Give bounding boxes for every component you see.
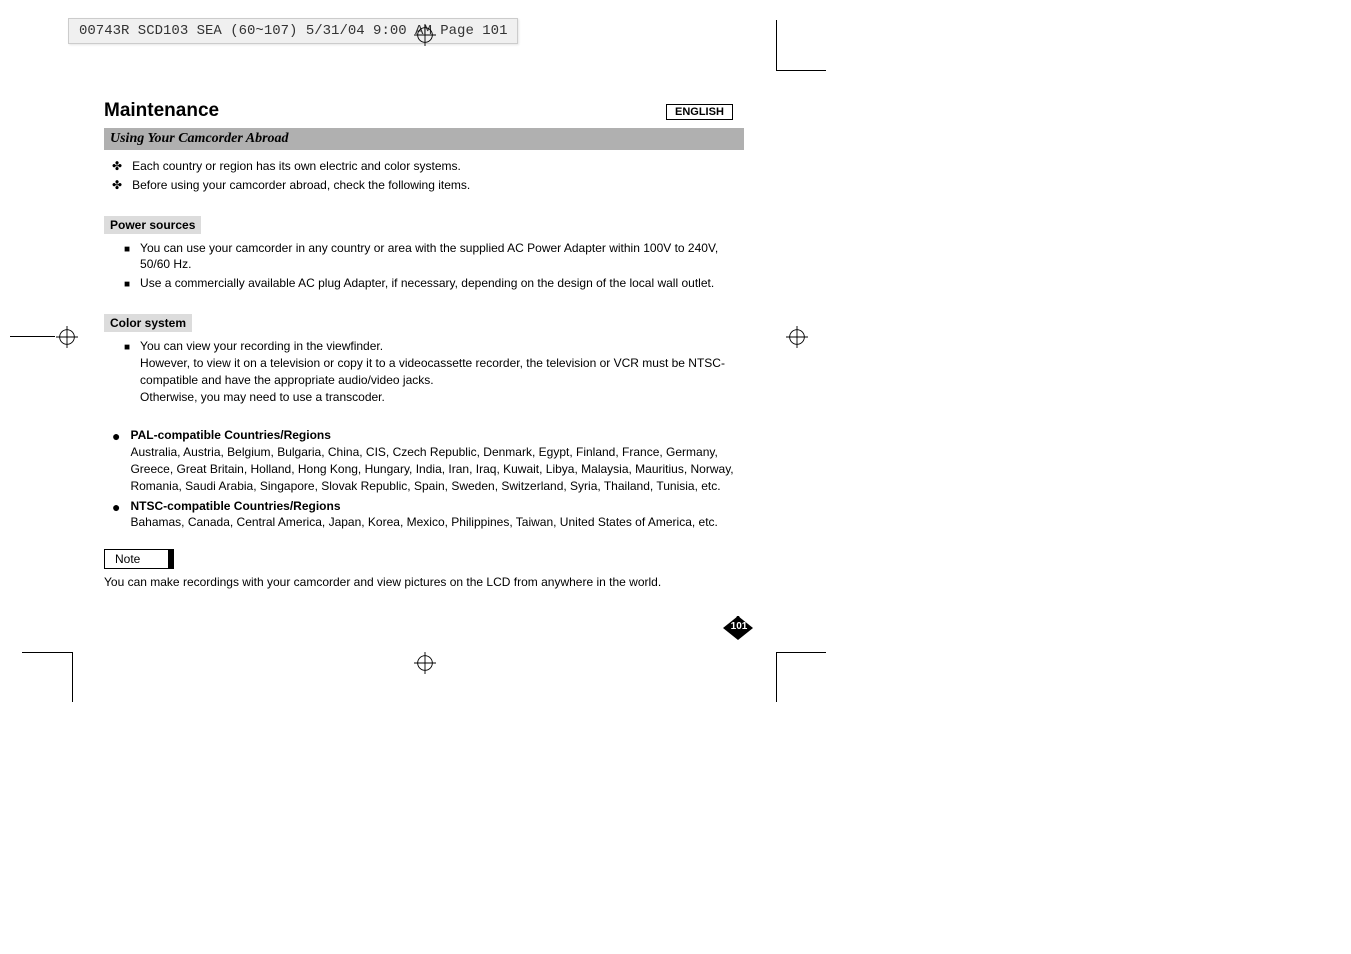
list-item: ✤ Before using your camcorder abroad, ch… <box>112 177 744 194</box>
list-item: ■ Use a commercially available AC plug A… <box>124 275 744 292</box>
bullet-icon: ✤ <box>112 158 122 175</box>
list-item: ● PAL-compatible Countries/Regions Austr… <box>112 427 744 494</box>
intro-list: ✤ Each country or region has its own ele… <box>104 158 744 194</box>
list-item: ✤ Each country or region has its own ele… <box>112 158 744 175</box>
crop-mark <box>776 20 777 70</box>
region-title: NTSC-compatible Countries/Regions <box>130 498 744 515</box>
registration-mark-icon <box>414 652 436 674</box>
registration-mark-icon <box>786 326 808 348</box>
list-item: ● NTSC-compatible Countries/Regions Baha… <box>112 498 744 532</box>
regions-list: ● PAL-compatible Countries/Regions Austr… <box>104 427 744 531</box>
print-slug: 00743R SCD103 SEA (60~107) 5/31/04 9:00 … <box>68 18 518 44</box>
note-label: Note <box>104 549 174 569</box>
crop-mark <box>22 652 72 653</box>
registration-mark-icon <box>56 326 78 348</box>
list-item: ■ You can view your recording in the vie… <box>124 338 744 405</box>
note-text: You can make recordings with your camcor… <box>104 575 744 589</box>
list-item-text: Each country or region has its own elect… <box>132 158 461 175</box>
dot-icon: ● <box>112 500 120 532</box>
crop-mark <box>72 652 73 702</box>
square-icon: ■ <box>124 341 130 405</box>
list-item: ■ You can use your camcorder in any coun… <box>124 240 744 274</box>
section-heading: Using Your Camcorder Abroad <box>104 128 744 150</box>
crop-mark <box>776 652 826 653</box>
registration-mark-icon <box>414 24 436 46</box>
region-body: Bahamas, Canada, Central America, Japan,… <box>130 514 744 531</box>
page-number: 101 <box>729 621 749 632</box>
crop-mark <box>10 336 55 337</box>
list-item-text: You can use your camcorder in any countr… <box>140 240 744 274</box>
subsection-label: Color system <box>104 314 192 332</box>
region-body: Australia, Austria, Belgium, Bulgaria, C… <box>130 444 744 494</box>
list-item-text: Before using your camcorder abroad, chec… <box>132 177 470 194</box>
square-icon: ■ <box>124 243 130 274</box>
crop-mark <box>776 70 826 71</box>
crop-mark <box>776 652 777 702</box>
bullet-icon: ✤ <box>112 177 122 194</box>
list-item-text: You can view your recording in the viewf… <box>140 338 744 405</box>
dot-icon: ● <box>112 429 120 494</box>
region-title: PAL-compatible Countries/Regions <box>130 427 744 444</box>
square-icon: ■ <box>124 278 130 292</box>
power-list: ■ You can use your camcorder in any coun… <box>104 240 744 293</box>
page-content: Maintenance Using Your Camcorder Abroad … <box>104 100 744 589</box>
color-list: ■ You can view your recording in the vie… <box>104 338 744 405</box>
list-item-text: Use a commercially available AC plug Ada… <box>140 275 714 292</box>
subsection-label: Power sources <box>104 216 201 234</box>
page-title: Maintenance <box>104 100 744 122</box>
